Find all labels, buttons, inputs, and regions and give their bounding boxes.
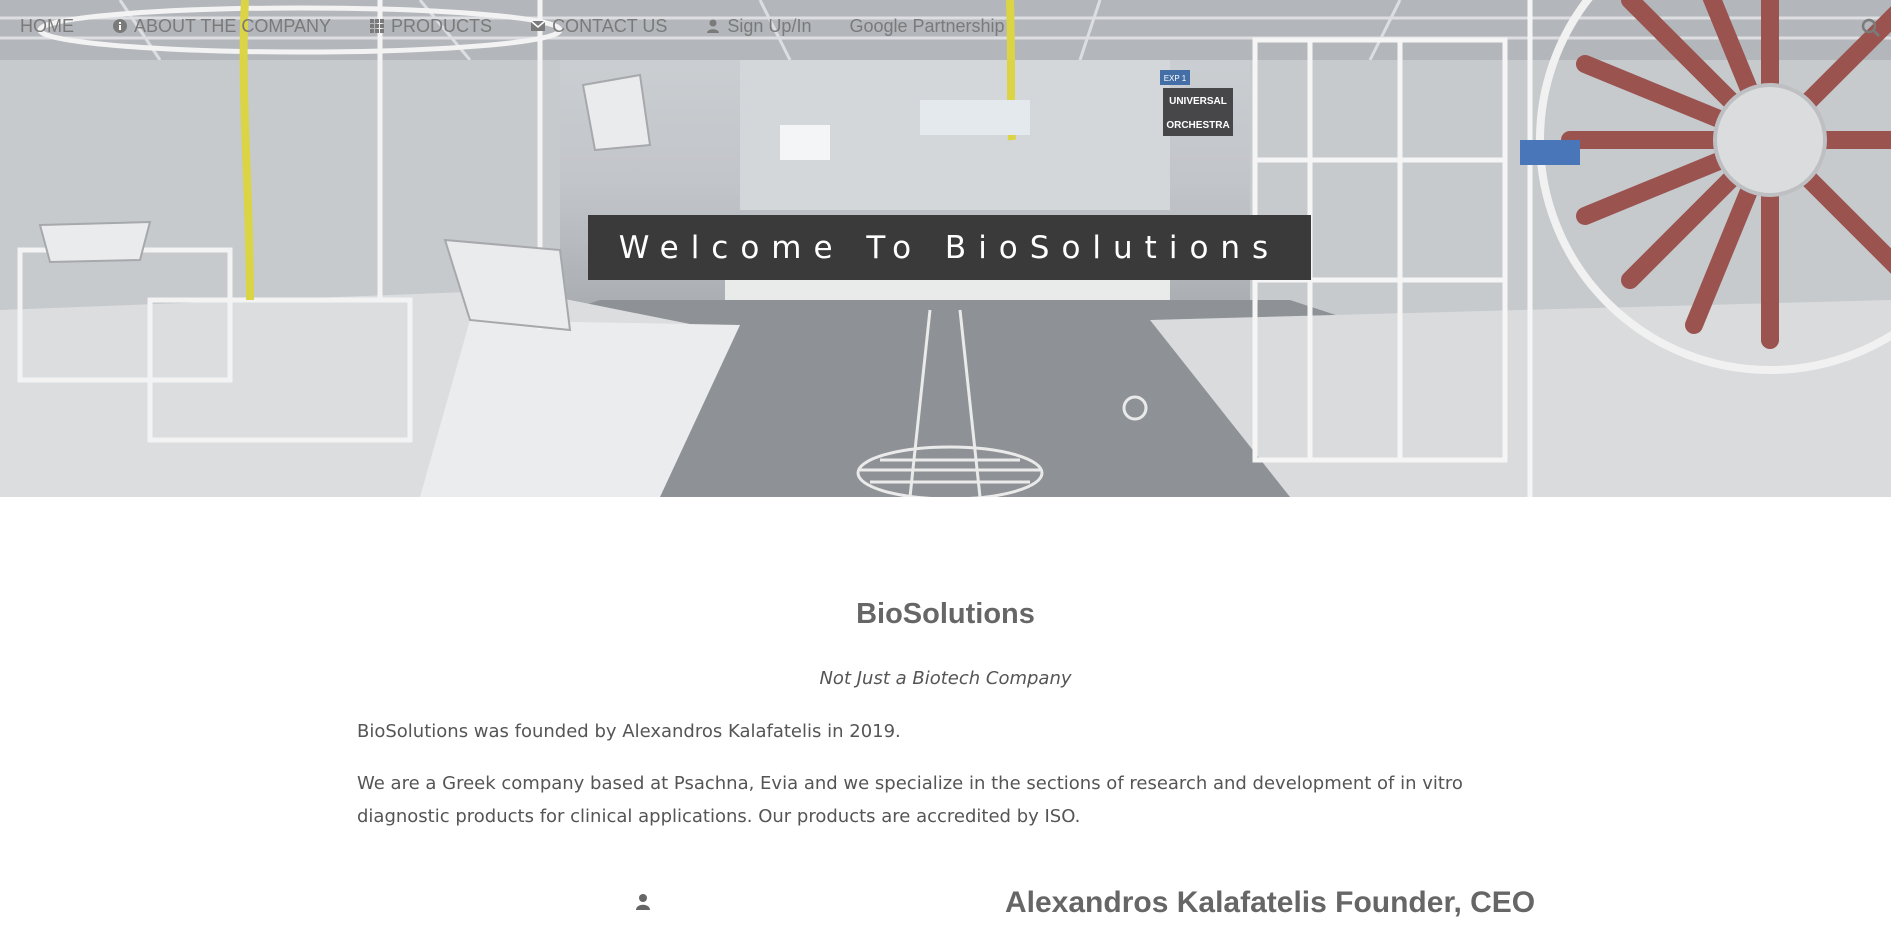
hero-section: EXP 1 UNIVERSAL ORCHESTRA HOME ABOUT THE… bbox=[0, 0, 1891, 497]
nav-products-label: PRODUCTS bbox=[391, 15, 493, 36]
company-description-paragraph: We are a Greek company based at Psachna,… bbox=[357, 773, 1463, 827]
founder-name: Alexandros Kalafatelis Founder, CEO bbox=[1005, 886, 1536, 919]
nav-products[interactable]: PRODUCTS bbox=[369, 16, 492, 37]
welcome-banner: Welcome To BioSolutions bbox=[588, 215, 1311, 280]
nav-contact-us[interactable]: CONTACT US bbox=[530, 16, 667, 37]
top-navigation: HOME ABOUT THE COMPANY PRODUCTS CONTACT … bbox=[0, 12, 1891, 40]
page-tagline: Not Just a Biotech Company bbox=[819, 668, 1072, 689]
search-icon[interactable] bbox=[1861, 18, 1881, 38]
founder-user-icon bbox=[636, 894, 650, 910]
nav-sign-label: Sign Up/In bbox=[727, 15, 812, 36]
nav-home-label: HOME bbox=[20, 15, 74, 36]
user-icon bbox=[707, 19, 720, 33]
nav-sign-up-in[interactable]: Sign Up/In bbox=[705, 16, 811, 37]
nav-google-partnership[interactable]: Google Partnership bbox=[849, 16, 1004, 37]
nav-contact-label: CONTACT US bbox=[552, 15, 668, 36]
envelope-icon bbox=[530, 20, 546, 31]
nav-google-label: Google Partnership bbox=[849, 15, 1005, 36]
intro-paragraph: BioSolutions was founded by Alexandros K… bbox=[357, 721, 901, 742]
nav-about-the-company[interactable]: ABOUT THE COMPANY bbox=[112, 16, 331, 37]
grid-icon bbox=[370, 19, 385, 33]
page-title: BioSolutions bbox=[856, 598, 1035, 630]
nav-about-label: ABOUT THE COMPANY bbox=[134, 15, 332, 36]
info-icon bbox=[113, 19, 127, 33]
nav-home[interactable]: HOME bbox=[20, 16, 74, 37]
